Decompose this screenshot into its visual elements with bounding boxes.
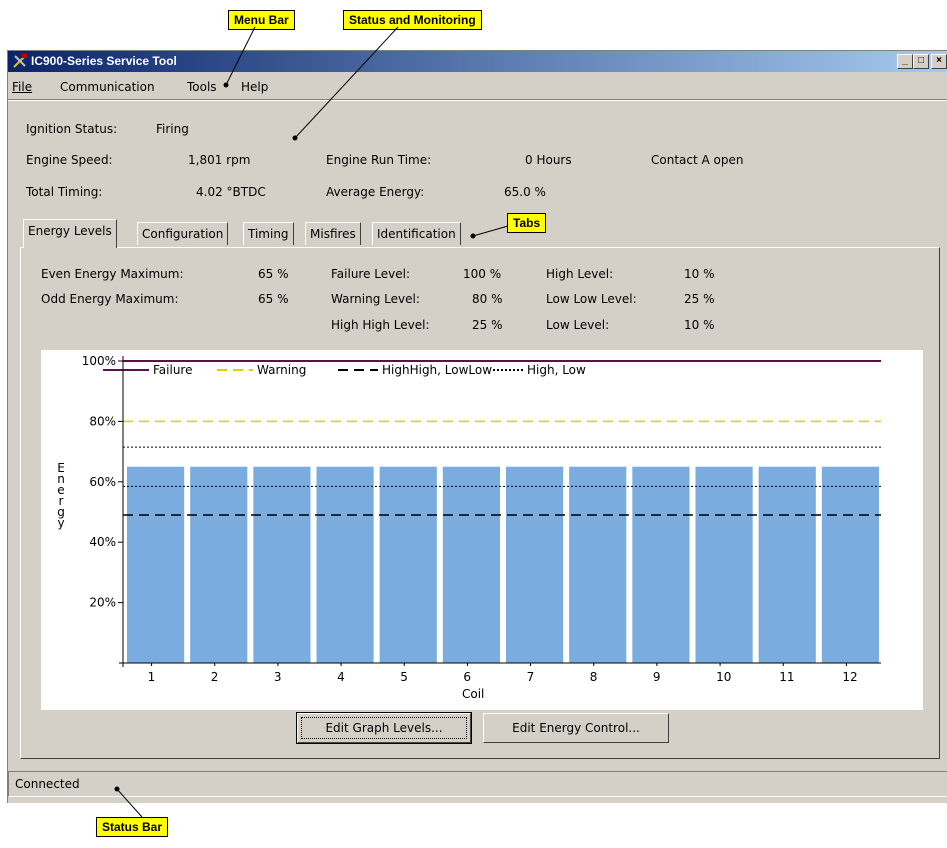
total-timing-label: Total Timing: bbox=[26, 185, 103, 199]
x-tick-label-10: 10 bbox=[716, 670, 731, 684]
x-tick-label-3: 3 bbox=[274, 670, 282, 684]
x-tick-label-5: 5 bbox=[400, 670, 408, 684]
y-tick-label-60%: 60% bbox=[89, 475, 116, 489]
engine-runtime-label: Engine Run Time: bbox=[326, 153, 432, 167]
status-bar-callout: Status Bar bbox=[96, 817, 169, 837]
x-tick-label-6: 6 bbox=[463, 670, 471, 684]
y-tick-label-40%: 40% bbox=[89, 535, 116, 549]
tab-energy-levels[interactable]: Energy Levels bbox=[23, 219, 117, 248]
energy-chart: Failure Warning HighHigh, LowLow High, Low 1… bbox=[57, 354, 881, 701]
window-title: IC900-Series Service Tool bbox=[31, 54, 177, 68]
bar-coil-12 bbox=[821, 466, 879, 663]
odd-energy-max-value: 65 % bbox=[258, 292, 289, 306]
y-tick-label-80%: 80% bbox=[89, 414, 116, 428]
menu-file[interactable]: File bbox=[12, 80, 32, 94]
close-button[interactable]: × bbox=[931, 54, 947, 69]
lowlow-level-value: 25 % bbox=[684, 292, 715, 306]
x-tick-label-1: 1 bbox=[148, 670, 156, 684]
average-energy-value: 65.0 % bbox=[504, 185, 546, 199]
high-level-value: 10 % bbox=[684, 267, 715, 281]
tab-misfires[interactable]: Misfires bbox=[305, 222, 361, 245]
bar-coil-8 bbox=[569, 466, 627, 663]
bar-coil-9 bbox=[632, 466, 690, 663]
edit-graph-levels-button[interactable]: Edit Graph Levels... bbox=[296, 712, 472, 744]
bar-coil-6 bbox=[442, 466, 500, 663]
x-tick-label-11: 11 bbox=[779, 670, 794, 684]
even-energy-max-label: Even Energy Maximum: bbox=[41, 267, 184, 281]
energy-levels-panel: Even Energy Maximum: 65 % Odd Energy Max… bbox=[20, 247, 940, 759]
bar-coil-1 bbox=[127, 466, 185, 663]
tab-configuration[interactable]: Configuration bbox=[137, 222, 229, 245]
failure-level-label: Failure Level: bbox=[331, 267, 411, 281]
bar-coil-3 bbox=[253, 466, 311, 663]
legend-label-0: Failure bbox=[153, 363, 192, 377]
menu-help[interactable]: Help bbox=[241, 80, 268, 94]
title-bar[interactable]: IC900-Series Service Tool _ □ × bbox=[8, 51, 947, 72]
average-energy-label: Average Energy: bbox=[326, 185, 425, 199]
low-level-value: 10 % bbox=[684, 318, 715, 332]
x-tick-label-2: 2 bbox=[211, 670, 219, 684]
edit-energy-control-button[interactable]: Edit Energy Control... bbox=[483, 713, 669, 743]
warning-level-label: Warning Level: bbox=[331, 292, 420, 306]
tab-identification[interactable]: Identification bbox=[372, 222, 461, 245]
y-tick-label-20%: 20% bbox=[89, 596, 116, 610]
energy-chart-area: Failure Warning HighHigh, LowLow High, Low 1… bbox=[41, 350, 923, 710]
warning-level-value: 80 % bbox=[472, 292, 503, 306]
menu-bar-callout: Menu Bar bbox=[228, 10, 295, 30]
connection-status: Connected bbox=[15, 777, 80, 791]
y-tick-label-100%: 100% bbox=[82, 354, 116, 368]
legend-label-3: High, Low bbox=[527, 363, 586, 377]
bar-coil-7 bbox=[506, 466, 564, 663]
ignition-status-label: Ignition Status: bbox=[26, 122, 118, 136]
bar-coil-10 bbox=[695, 466, 753, 663]
x-tick-label-8: 8 bbox=[590, 670, 598, 684]
tabs-callout: Tabs bbox=[507, 213, 547, 233]
menu-separator bbox=[8, 99, 947, 101]
service-tool-window: IC900-Series Service Tool _ □ × File Com… bbox=[7, 50, 947, 803]
even-energy-max-value: 65 % bbox=[258, 267, 289, 281]
x-tick-label-4: 4 bbox=[337, 670, 345, 684]
ignition-status-value: Firing bbox=[156, 122, 189, 136]
engine-runtime-value: 0 Hours bbox=[525, 153, 572, 167]
lowlow-level-label: Low Low Level: bbox=[546, 292, 637, 306]
legend-label-1: Warning bbox=[257, 363, 306, 377]
highhigh-level-value: 25 % bbox=[472, 318, 503, 332]
engine-speed-value: 1,801 rpm bbox=[188, 153, 251, 167]
highhigh-level-label: High High Level: bbox=[331, 318, 430, 332]
menu-communication[interactable]: Communication bbox=[60, 80, 155, 94]
status-monitoring-callout: Status and Monitoring bbox=[343, 10, 482, 30]
bar-coil-2 bbox=[190, 466, 248, 663]
status-bar: Connected bbox=[8, 771, 947, 797]
bar-coil-11 bbox=[758, 466, 816, 663]
tools-icon bbox=[13, 54, 27, 68]
minimize-button[interactable]: _ bbox=[897, 54, 913, 69]
menu-bar: File Communication Tools Help bbox=[8, 76, 947, 96]
failure-level-value: 100 % bbox=[463, 267, 502, 281]
bar-coil-4 bbox=[316, 466, 374, 663]
x-axis-title: Coil bbox=[462, 687, 484, 701]
maximize-button[interactable]: □ bbox=[913, 54, 929, 69]
x-tick-label-12: 12 bbox=[842, 670, 857, 684]
x-tick-label-9: 9 bbox=[653, 670, 661, 684]
tab-timing[interactable]: Timing bbox=[243, 222, 294, 245]
high-level-label: High Level: bbox=[546, 267, 614, 281]
contact-status: Contact A open bbox=[651, 153, 744, 167]
engine-speed-label: Engine Speed: bbox=[26, 153, 113, 167]
low-level-label: Low Level: bbox=[546, 318, 610, 332]
menu-tools[interactable]: Tools bbox=[187, 80, 217, 94]
odd-energy-max-label: Odd Energy Maximum: bbox=[41, 292, 179, 306]
legend-label-2: HighHigh, LowLow bbox=[382, 363, 492, 377]
total-timing-value: 4.02 °BTDC bbox=[196, 185, 266, 199]
y-axis-title-char-5: y bbox=[57, 516, 64, 530]
x-tick-label-7: 7 bbox=[527, 670, 535, 684]
bar-coil-5 bbox=[379, 466, 437, 663]
